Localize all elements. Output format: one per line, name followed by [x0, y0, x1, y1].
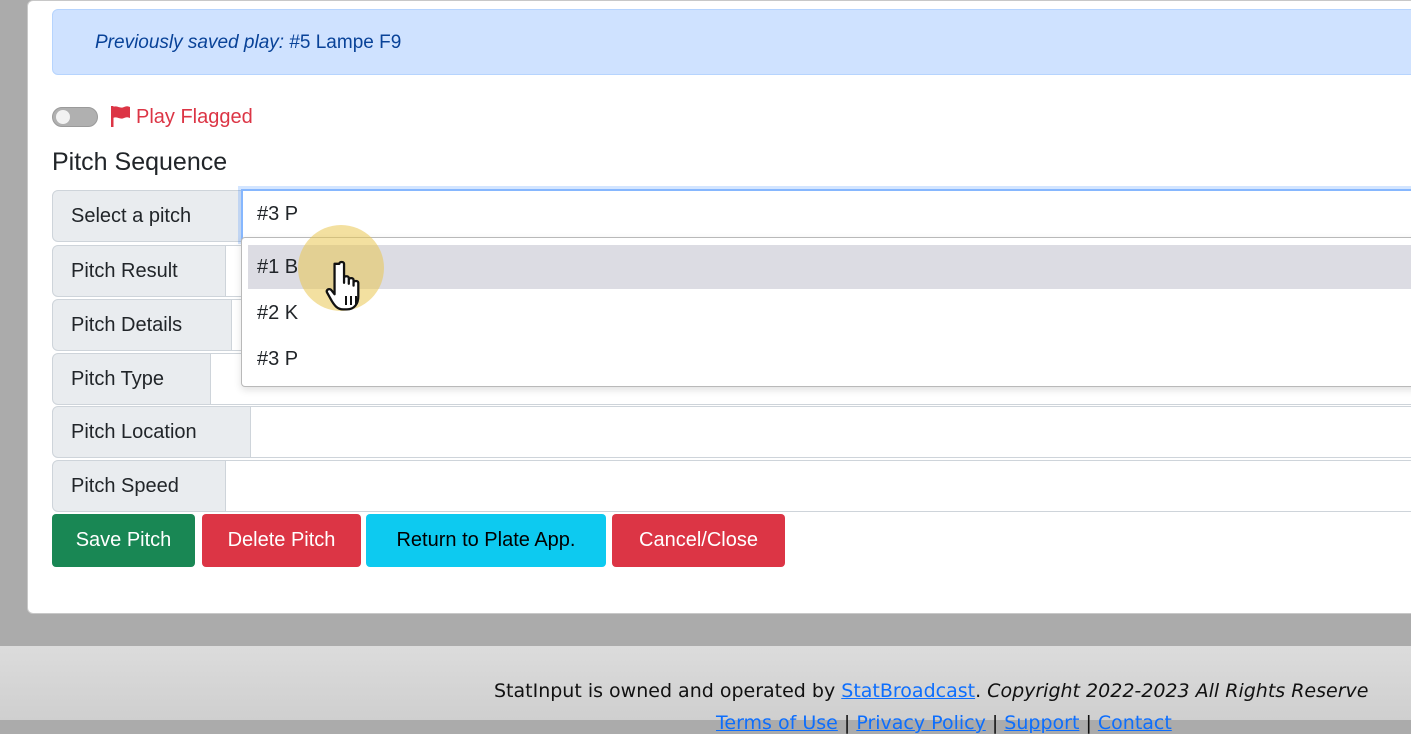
pitch-dropdown-menu: #1 B #2 K #3 P [241, 237, 1411, 387]
support-link[interactable]: Support [1004, 712, 1079, 734]
alert-value: #5 Lampe F9 [289, 32, 402, 53]
pitch-location-label: Pitch Location [52, 406, 251, 458]
statbroadcast-link[interactable]: StatBroadcast [841, 680, 975, 702]
alert-text: Previously saved play: #5 Lampe F9 [95, 32, 401, 54]
pitch-speed-row: Pitch Speed [52, 460, 1411, 512]
pitch-form-card: Previously saved play: #5 Lampe F9 Play … [27, 0, 1411, 614]
terms-link[interactable]: Terms of Use [716, 712, 838, 734]
select-pitch-value: #3 P [257, 203, 299, 225]
dropdown-option[interactable]: #2 K [248, 291, 1411, 335]
hand-pointer-icon [325, 260, 360, 311]
dropdown-option[interactable]: #3 P [248, 337, 1411, 381]
footer: StatInput is owned and operated by StatB… [0, 646, 1411, 734]
play-flagged-toggle[interactable] [52, 107, 98, 127]
pitch-location-field[interactable] [251, 406, 1411, 458]
privacy-link[interactable]: Privacy Policy [856, 712, 985, 734]
pitch-speed-label: Pitch Speed [52, 460, 226, 512]
pitch-details-label: Pitch Details [52, 299, 232, 351]
footer-prefix: StatInput is owned and operated by [494, 680, 836, 702]
return-to-plate-button[interactable]: Return to Plate App. [366, 514, 606, 567]
previous-play-alert: Previously saved play: #5 Lampe F9 [52, 9, 1411, 75]
footer-copyright: Copyright 2022-2023 All Rights Reserve [987, 680, 1369, 702]
contact-link[interactable]: Contact [1098, 712, 1172, 734]
pitch-location-row: Pitch Location [52, 406, 1411, 458]
footer-dot: . [975, 680, 982, 702]
flag-icon [111, 106, 130, 127]
dropdown-option[interactable]: #1 B [248, 245, 1411, 289]
footer-links: Terms of Use | Privacy Policy | Support … [716, 712, 1172, 734]
footer-ownership: StatInput is owned and operated by StatB… [494, 680, 1368, 702]
pitch-type-label: Pitch Type [52, 353, 211, 405]
cancel-close-button[interactable]: Cancel/Close [612, 514, 785, 567]
delete-pitch-button[interactable]: Delete Pitch [202, 514, 361, 567]
pitch-speed-field[interactable] [226, 460, 1411, 512]
alert-label: Previously saved play: [95, 32, 285, 53]
select-pitch-label: Select a pitch [52, 190, 242, 242]
toggle-knob [56, 110, 70, 124]
play-flagged-label: Play Flagged [136, 106, 253, 128]
pitch-result-label: Pitch Result [52, 245, 226, 297]
save-pitch-button[interactable]: Save Pitch [52, 514, 195, 567]
select-pitch-input[interactable]: #3 P [241, 189, 1411, 241]
section-title: Pitch Sequence [52, 148, 228, 176]
